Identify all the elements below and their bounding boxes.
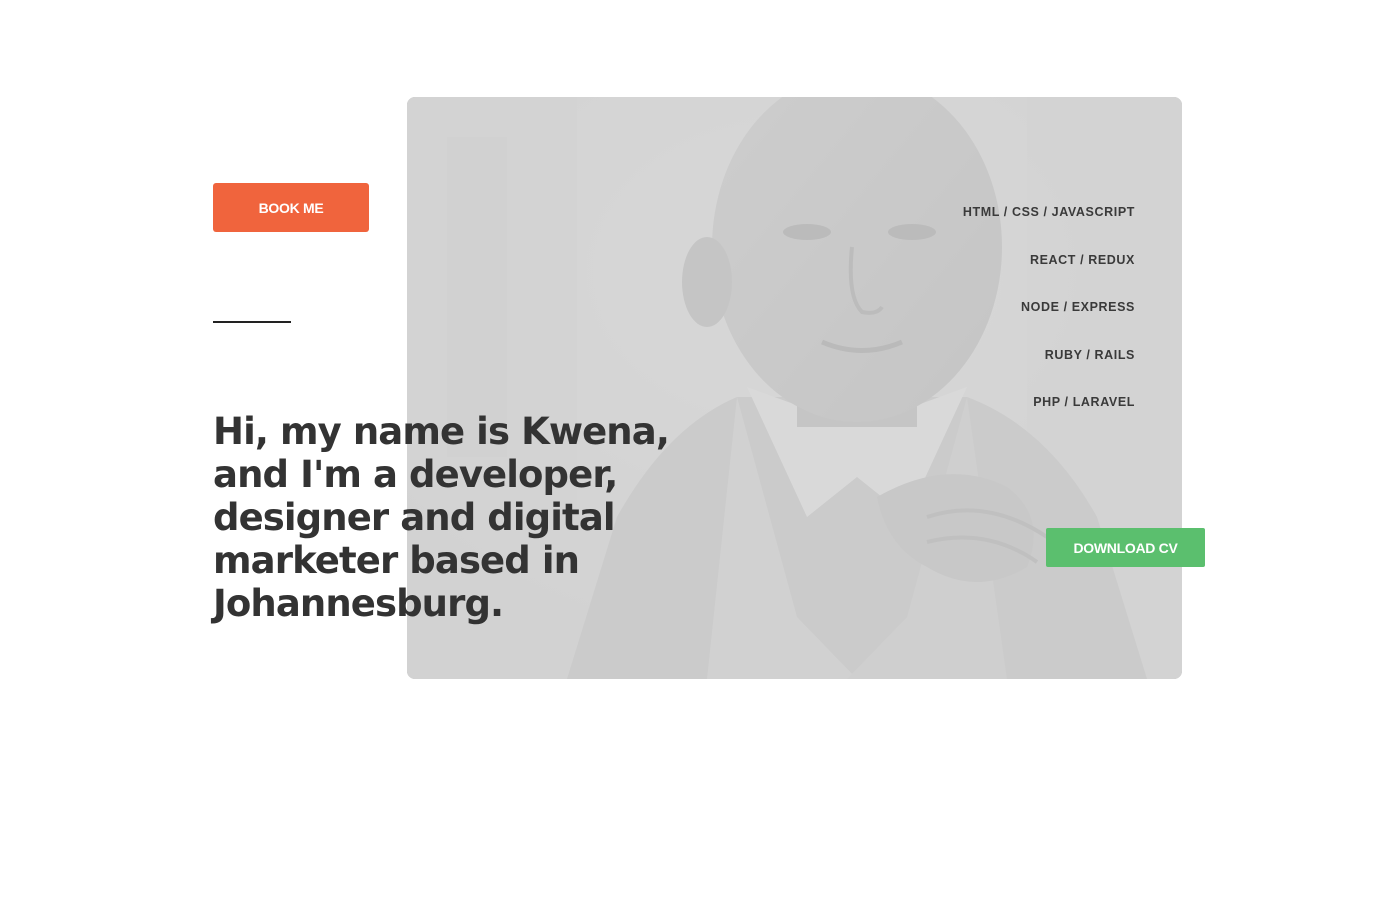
book-me-button[interactable]: BOOK ME [213,183,369,232]
headline-divider [213,321,291,323]
skill-item: NODE / EXPRESS [1021,300,1135,314]
page-headline: Hi, my name is Kwena, and I'm a develope… [213,410,670,625]
skill-item: HTML / CSS / JAVASCRIPT [962,205,1135,219]
hero-section: BOOK ME Hi, my name is Kwena, and I'm a … [0,0,1395,901]
skills-list: HTML / CSS / JAVASCRIPT REACT / REDUX NO… [963,202,1135,440]
skill-item: REACT / REDUX [1029,252,1135,267]
skill-item: PHP / LARAVEL [1033,395,1135,409]
skill-item: RUBY / RAILS [1044,347,1135,362]
download-cv-button[interactable]: DOWNLOAD CV [1046,528,1205,567]
